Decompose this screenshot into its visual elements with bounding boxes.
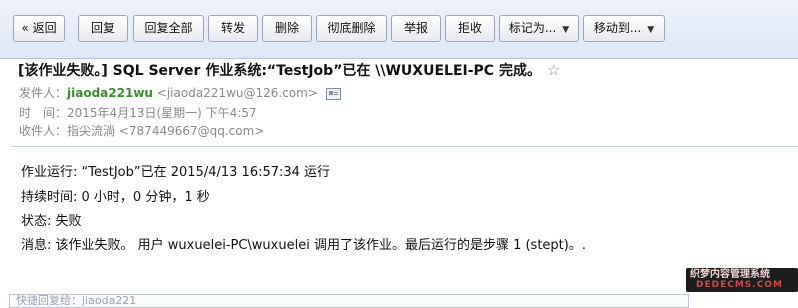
delete-permanently-label: 彻底删除: [327, 21, 376, 35]
reject-button[interactable]: 拒收: [445, 15, 495, 42]
sender-name[interactable]: jiaoda221wu: [67, 86, 153, 100]
subject-text: [该作业失败。] SQL Server 作业系统:“TestJob”已在 \\W…: [18, 63, 541, 79]
back-button[interactable]: « 返回: [13, 15, 65, 42]
delete-button[interactable]: 删除: [262, 15, 312, 42]
reply-all-button[interactable]: 回复全部: [133, 15, 204, 42]
watermark-logo: 织梦内容管理系统 DEDECMS.COM: [686, 268, 798, 292]
back-label: « 返回: [21, 21, 57, 35]
recipient-label: 收件人：: [19, 124, 68, 138]
delete-permanently-button[interactable]: 彻底删除: [316, 15, 387, 42]
reply-button[interactable]: 回复: [78, 15, 128, 42]
move-to-label: 移动到...: [593, 21, 642, 35]
recipient-row: 收件人：指尖流淌 <787449667@qq.com>: [19, 123, 264, 139]
body-line-job-run: 作业运行: “TestJob”已在 2015/4/13 16:57:34 运行: [21, 165, 331, 180]
quick-reply-input[interactable]: 快捷回复给：jiaoda221: [9, 294, 689, 308]
contact-card-icon[interactable]: [325, 87, 341, 100]
body-line-status: 状态: 失败: [21, 214, 82, 229]
reject-label: 拒收: [457, 21, 482, 35]
chevron-down-icon: ▼: [562, 25, 570, 35]
recipient-name: 指尖流淌: [67, 124, 116, 138]
forward-button[interactable]: 转发: [208, 15, 258, 42]
reply-all-label: 回复全部: [144, 21, 193, 35]
body-line-duration: 持续时间: 0 小时，0 分钟，1 秒: [21, 190, 210, 205]
forward-label: 转发: [220, 21, 245, 35]
time-label: 时 间：: [19, 106, 68, 120]
report-button[interactable]: 举报: [391, 15, 441, 42]
time-value: 2015年4月13日(星期一) 下午4:57: [67, 106, 257, 120]
toolbar: « 返回 回复 回复全部 转发 删除 彻底删除 举报 拒收 标记为... ▼ 移动…: [0, 0, 798, 59]
delete-label: 删除: [274, 21, 299, 35]
quick-reply-placeholder: 快捷回复给：jiaoda221: [16, 294, 137, 307]
star-icon[interactable]: ☆: [547, 61, 560, 79]
watermark-line2: DEDECMS.COM: [696, 280, 783, 290]
move-to-dropdown[interactable]: 移动到... ▼: [583, 15, 665, 42]
recipient-email: <787449667@qq.com>: [118, 124, 265, 138]
report-label: 举报: [403, 21, 428, 35]
sender-email: <jiaoda221wu@126.com>: [156, 86, 318, 100]
sender-label: 发件人：: [19, 86, 68, 100]
email-subject: [该作业失败。] SQL Server 作业系统:“TestJob”已在 \\W…: [18, 60, 788, 81]
sender-row: 发件人：jiaoda221wu <jiaoda221wu@126.com>: [19, 85, 341, 101]
body-line-message: 消息: 该作业失败。 用户 wuxuelei-PC\wuxuelei 调用了该作…: [21, 238, 586, 253]
time-row: 时 间：2015年4月13日(星期一) 下午4:57: [19, 105, 257, 121]
mark-as-label: 标记为...: [508, 21, 557, 35]
mark-as-dropdown[interactable]: 标记为... ▼: [499, 15, 579, 42]
header-divider: [10, 146, 798, 147]
reply-label: 回复: [90, 21, 115, 35]
chevron-down-icon: ▼: [647, 25, 655, 35]
